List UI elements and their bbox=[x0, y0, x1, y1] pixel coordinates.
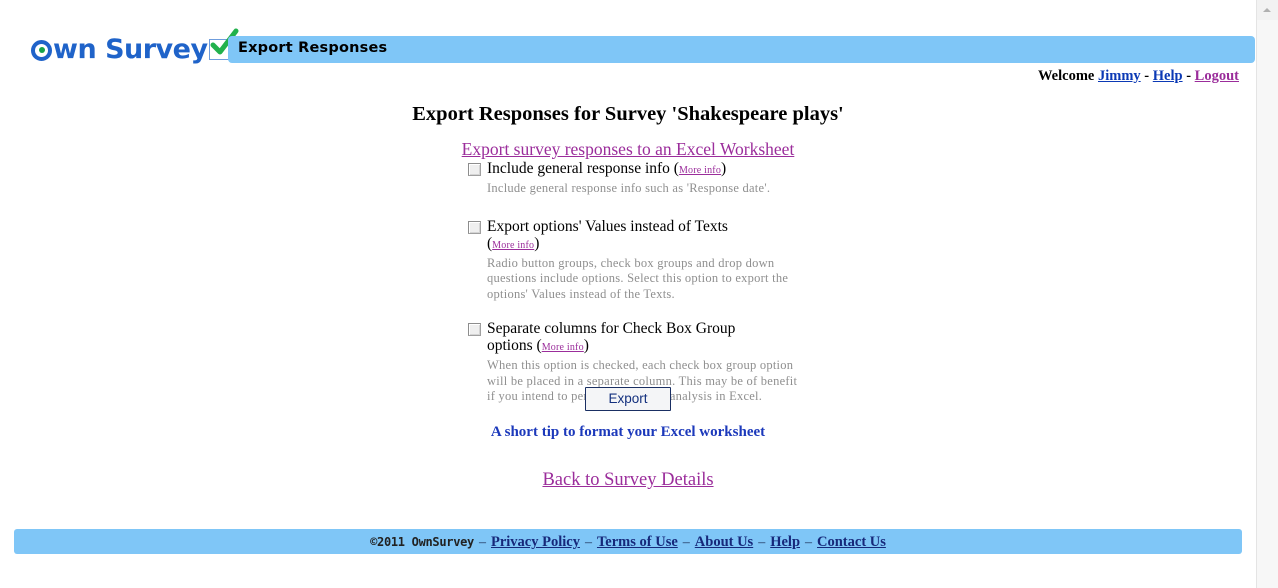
export-option-label: Export options' Values instead of Texts(… bbox=[487, 218, 868, 254]
more-info-paren-close: ) bbox=[721, 160, 727, 177]
export-option-label: Include general response info (More info… bbox=[487, 160, 868, 179]
footer-separator: – bbox=[758, 535, 766, 550]
welcome-separator-1: - bbox=[1144, 68, 1150, 84]
export-option-body: Include general response info (More info… bbox=[487, 160, 868, 197]
welcome-bar: Welcome Jimmy - Help - Logout bbox=[1038, 68, 1239, 85]
export-option-label-text: Separate columns for Check Box Group bbox=[487, 320, 736, 337]
logo-wordmark: wn Survey bbox=[31, 36, 208, 63]
export-option-label-text: Include general response info bbox=[487, 160, 670, 177]
export-option-label-text: Export options' Values instead of Texts bbox=[487, 217, 728, 235]
more-info-paren-close: ) bbox=[583, 337, 589, 354]
export-option-label: Separate columns for Check Box Group opti… bbox=[487, 320, 868, 356]
more-info-link[interactable]: More info bbox=[492, 240, 534, 251]
export-option-description: Include general response info such as 'R… bbox=[487, 181, 771, 195]
logout-link[interactable]: Logout bbox=[1195, 68, 1239, 84]
site-header: wn Survey Export Responses Welcome Jimmy… bbox=[0, 0, 1256, 84]
logo-word-one: wn bbox=[53, 33, 97, 65]
export-option-description: Radio button groups, check box groups an… bbox=[487, 255, 789, 301]
scroll-up-button[interactable] bbox=[1257, 0, 1278, 20]
checkbox-separate-columns-checkbox-group[interactable] bbox=[468, 323, 481, 336]
back-to-survey-details-link[interactable]: Back to Survey Details bbox=[542, 470, 713, 490]
export-button-row: Export bbox=[0, 387, 1256, 411]
page-title-bar: Export Responses bbox=[228, 36, 1255, 63]
export-button[interactable]: Export bbox=[585, 387, 671, 411]
footer-separator: – bbox=[584, 535, 592, 550]
footer-links: ©2011 OwnSurvey – Privacy Policy – Terms of … bbox=[14, 529, 1242, 555]
checkbox-export-option-values[interactable] bbox=[468, 220, 481, 234]
radio-dot-icon bbox=[31, 39, 52, 61]
excel-tip-row: A short tip to format your Excel workshe… bbox=[0, 423, 1256, 441]
site-footer: ©2011 OwnSurvey – Privacy Policy – Terms of … bbox=[14, 529, 1242, 554]
excel-format-tip-link[interactable]: A short tip to format your Excel workshe… bbox=[491, 424, 765, 440]
export-options-group: Include general response info (More info… bbox=[468, 160, 868, 411]
logo-checkbox-shape bbox=[208, 28, 239, 60]
page-canvas: wn Survey Export Responses Welcome Jimmy… bbox=[0, 0, 1256, 588]
site-logo[interactable]: wn Survey bbox=[31, 28, 239, 66]
footer-separator: – bbox=[805, 535, 813, 550]
footer-link-help[interactable]: Help bbox=[770, 534, 800, 550]
page-title: Export Responses for Survey 'Shakespeare… bbox=[412, 103, 844, 125]
more-info-link[interactable]: More info bbox=[679, 165, 721, 176]
more-info-link[interactable]: More info bbox=[542, 342, 584, 353]
back-link-row: Back to Survey Details bbox=[0, 470, 1256, 491]
footer-separator: – bbox=[478, 535, 486, 550]
scrollbar-track[interactable] bbox=[1257, 20, 1278, 588]
export-option: Export options' Values instead of Texts(… bbox=[468, 218, 868, 303]
more-info-paren-close: ) bbox=[534, 234, 540, 252]
footer-separator: – bbox=[682, 535, 690, 550]
export-option: Include general response info (More info… bbox=[468, 160, 868, 197]
export-to-excel-link[interactable]: Export survey responses to an Excel Work… bbox=[462, 139, 795, 159]
page-title-bar-label: Export Responses bbox=[238, 40, 388, 56]
export-option-label-text-line2: options bbox=[487, 337, 533, 354]
vertical-scrollbar[interactable] bbox=[1256, 0, 1278, 588]
footer-link-about-us[interactable]: About Us bbox=[695, 534, 753, 550]
export-option-body: Export options' Values instead of Texts(… bbox=[487, 218, 868, 303]
scroll-up-arrow-icon bbox=[1263, 8, 1271, 12]
footer-link-contact-us[interactable]: Contact Us bbox=[817, 534, 886, 550]
help-link[interactable]: Help bbox=[1153, 68, 1183, 84]
logo-word-two: Survey bbox=[105, 33, 208, 65]
user-profile-link[interactable]: Jimmy bbox=[1098, 68, 1141, 84]
welcome-prefix: Welcome bbox=[1037, 68, 1095, 84]
footer-copyright: ©2011 OwnSurvey bbox=[370, 535, 474, 549]
excel-export-link-row: Export survey responses to an Excel Work… bbox=[0, 139, 1256, 160]
welcome-separator-2: - bbox=[1186, 68, 1192, 84]
footer-link-privacy-policy[interactable]: Privacy Policy bbox=[491, 534, 580, 550]
footer-link-terms-of-use[interactable]: Terms of Use bbox=[597, 534, 678, 550]
checkbox-include-general-response-info[interactable] bbox=[468, 163, 481, 176]
